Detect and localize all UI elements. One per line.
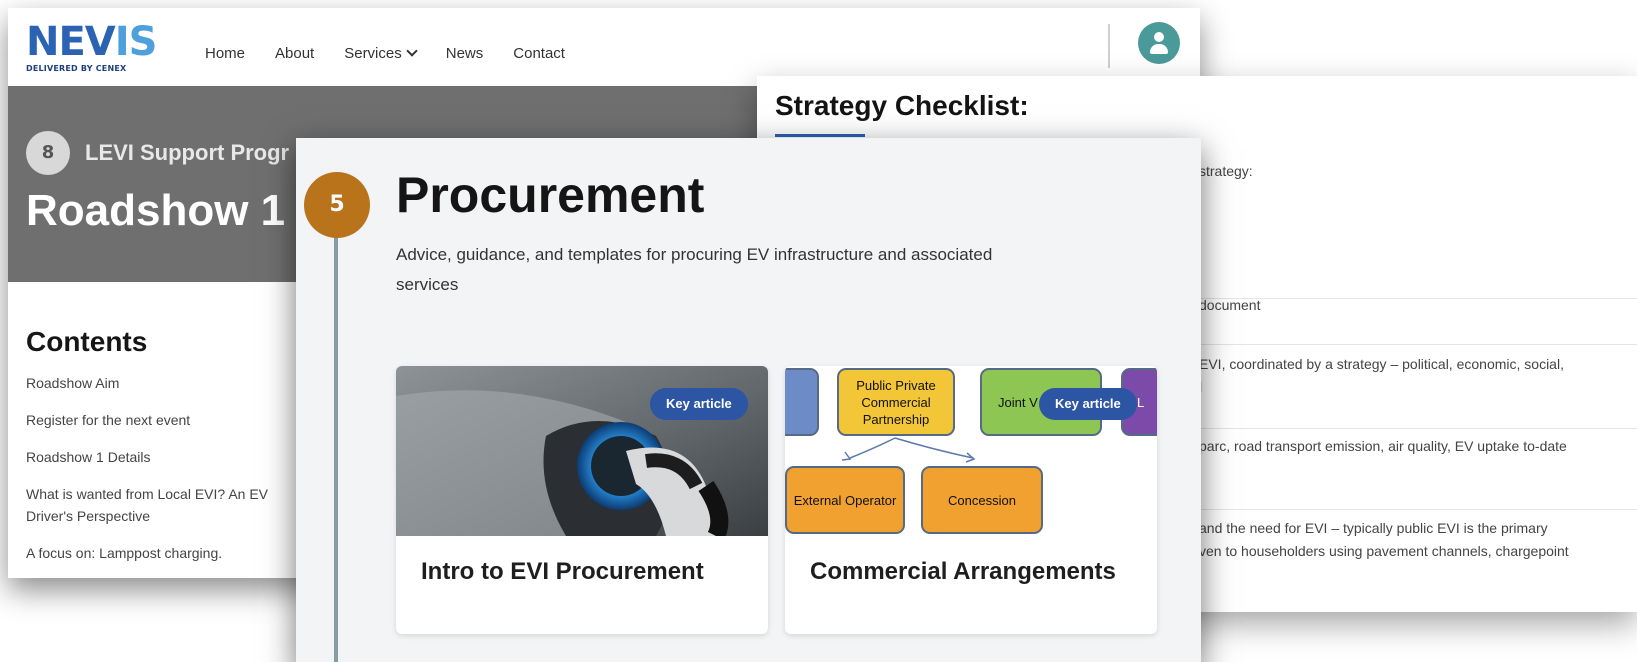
procurement-description: Advice, guidance, and templates for proc… xyxy=(396,245,993,294)
checklist-fragment: and the need for EVI – typically public … xyxy=(1199,520,1548,536)
nav-contact-link[interactable]: Contact xyxy=(513,45,565,62)
key-article-badge: Key article xyxy=(650,388,748,420)
user-icon xyxy=(1154,32,1164,42)
user-icon-body xyxy=(1150,44,1168,54)
checklist-fragment: parc, road transport emission, air quali… xyxy=(1199,438,1567,454)
checklist-fragment: document xyxy=(1199,297,1261,313)
strategy-checklist-title: Strategy Checklist: xyxy=(775,90,1029,121)
contents-link[interactable]: A focus on: Lamppost charging. xyxy=(26,542,316,564)
row-divider xyxy=(1137,509,1637,510)
procurement-step-badge: 5 xyxy=(304,172,370,238)
timeline-line xyxy=(334,198,338,662)
contents-list: Roadshow Aim Register for the next event… xyxy=(26,372,316,578)
contents-link[interactable]: Roadshow 1 Details xyxy=(26,446,316,468)
nav-services-menu[interactable]: Services xyxy=(344,45,418,62)
checklist-fragment: ven to householders using pavement chann… xyxy=(1199,543,1569,559)
checklist-fragment: EVI, coordinated by a strategy – politic… xyxy=(1199,356,1564,372)
nav-services-label: Services xyxy=(344,45,402,62)
nav-divider xyxy=(1108,24,1110,68)
title-underline xyxy=(775,134,865,137)
contents-link[interactable]: Register for the next event xyxy=(26,409,316,431)
logo-wordmark: NEVIS xyxy=(26,19,157,65)
procurement-window: 5 Procurement Advice, guidance, and temp… xyxy=(296,138,1201,662)
contents-link[interactable]: Roadshow Aim xyxy=(26,372,316,394)
hero-title: Roadshow 1 xyxy=(26,186,286,235)
hero-kicker: LEVI Support Progr xyxy=(85,140,290,165)
intro-evi-procurement-card[interactable]: Key article Intro to EVI Procurement xyxy=(396,366,768,634)
diagram-box-concession: Concession xyxy=(921,466,1043,534)
commercial-arrangements-card[interactable]: Public Private Commercial Partnership Jo… xyxy=(785,366,1157,634)
row-divider xyxy=(1137,344,1637,345)
key-article-badge: Key article xyxy=(1039,388,1137,420)
row-divider xyxy=(1137,428,1637,429)
contents-link[interactable]: What is wanted from Local EVI? An EV Dri… xyxy=(26,483,316,527)
chevron-down-icon xyxy=(406,45,418,57)
nevis-logo[interactable]: NEVIS DELIVERED BY CENEX xyxy=(26,19,157,73)
contents-heading: Contents xyxy=(26,326,148,357)
nav-news-link[interactable]: News xyxy=(446,45,484,62)
card-title: Intro to EVI Procurement xyxy=(421,558,704,585)
diagram-box-external-operator: External Operator xyxy=(785,466,905,534)
logo-tagline: DELIVERED BY CENEX xyxy=(26,64,127,73)
user-avatar-button[interactable] xyxy=(1138,22,1180,64)
hero-step-number: 8 xyxy=(26,131,70,175)
nav-about-link[interactable]: About xyxy=(275,45,314,62)
procurement-title: Procurement xyxy=(396,167,705,223)
nav-home-link[interactable]: Home xyxy=(205,45,245,62)
nav-links: Home About Services News Contact xyxy=(205,45,565,62)
checklist-fragment: strategy: xyxy=(1199,163,1253,179)
top-navigation-bar: NEVIS DELIVERED BY CENEX Home About Serv… xyxy=(8,8,1200,86)
card-title: Commercial Arrangements xyxy=(810,558,1116,585)
